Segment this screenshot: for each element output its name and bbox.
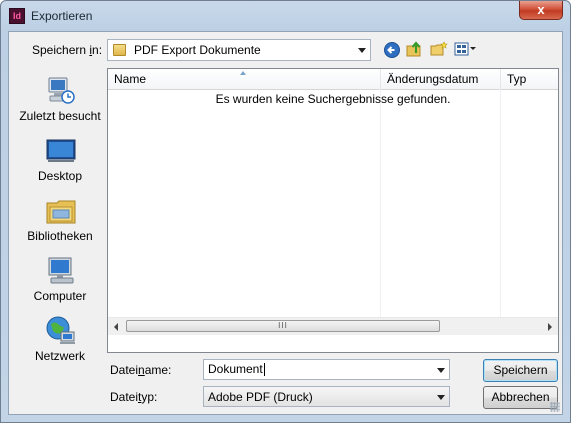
save-in-label: Speichern in: [32, 43, 103, 57]
cancel-button[interactable]: Abbrechen [483, 386, 558, 409]
filename-label: Dateiname: [110, 363, 172, 377]
filename-input[interactable]: Dokument [203, 359, 450, 380]
new-folder-icon[interactable] [430, 40, 448, 58]
scroll-left-icon[interactable] [114, 323, 118, 331]
place-computer[interactable]: Computer [17, 255, 103, 311]
desktop-icon [45, 135, 77, 167]
filename-value: Dokument [208, 362, 263, 376]
place-network[interactable]: Netzwerk [17, 315, 103, 371]
filetype-dropdown[interactable]: Adobe PDF (Druck) [203, 386, 450, 407]
place-label: Netzwerk [34, 349, 85, 363]
view-menu-icon[interactable] [454, 41, 478, 59]
column-divider [500, 89, 501, 317]
export-dialog: Id Exportieren x Speichern in: PDF Expor… [0, 0, 571, 423]
place-label: Zuletzt besucht [19, 109, 101, 123]
place-label: Bibliotheken [27, 229, 93, 243]
recent-places-icon [45, 75, 77, 107]
scroll-right-icon[interactable] [548, 323, 552, 331]
horizontal-scrollbar[interactable]: III [108, 317, 558, 335]
chevron-down-icon [437, 367, 445, 373]
save-in-dropdown[interactable]: PDF Export Dokumente [107, 39, 371, 61]
empty-message: Es wurden keine Suchergebnisse gefunden. [215, 92, 451, 106]
resize-grip[interactable] [550, 402, 560, 412]
up-folder-icon[interactable] [406, 40, 424, 58]
column-divider [380, 89, 381, 317]
filetype-label: Dateityp: [110, 390, 158, 404]
indesign-app-icon: Id [9, 8, 25, 24]
libraries-icon [45, 195, 77, 227]
filename-history-dropdown[interactable] [431, 360, 449, 379]
dialog-body: Speichern in: PDF Export Dokumente Zulet… [8, 31, 563, 415]
folder-icon [113, 44, 126, 56]
place-label: Computer [33, 289, 87, 303]
window-title: Exportieren [31, 9, 93, 23]
place-libraries[interactable]: Bibliotheken [17, 195, 103, 251]
place-desktop[interactable]: Desktop [17, 135, 103, 191]
file-list[interactable]: Name Änderungsdatum Typ Es wurden keine … [107, 68, 559, 353]
place-recent[interactable]: Zuletzt besucht [17, 75, 103, 131]
column-header-row: Name Änderungsdatum Typ [108, 69, 558, 90]
close-button[interactable]: x [519, 1, 563, 20]
back-icon[interactable] [383, 41, 401, 59]
column-header-date[interactable]: Änderungsdatum [381, 69, 501, 89]
text-caret [263, 363, 265, 377]
sort-ascending-icon [240, 71, 246, 75]
title-bar[interactable]: Id Exportieren x [1, 1, 570, 31]
chevron-down-icon [358, 48, 366, 53]
place-label: Desktop [37, 169, 83, 183]
column-header-type[interactable]: Typ [501, 69, 558, 89]
places-bar: Zuletzt besucht Desktop Bibliotheken Com… [17, 69, 103, 375]
scroll-thumb[interactable]: III [126, 320, 440, 332]
chevron-down-icon [437, 394, 445, 400]
save-button[interactable]: Speichern [483, 359, 558, 382]
computer-icon [45, 255, 77, 287]
filetype-value: Adobe PDF (Druck) [208, 390, 313, 404]
network-icon [45, 315, 77, 347]
current-folder-name: PDF Export Dokumente [134, 43, 261, 57]
